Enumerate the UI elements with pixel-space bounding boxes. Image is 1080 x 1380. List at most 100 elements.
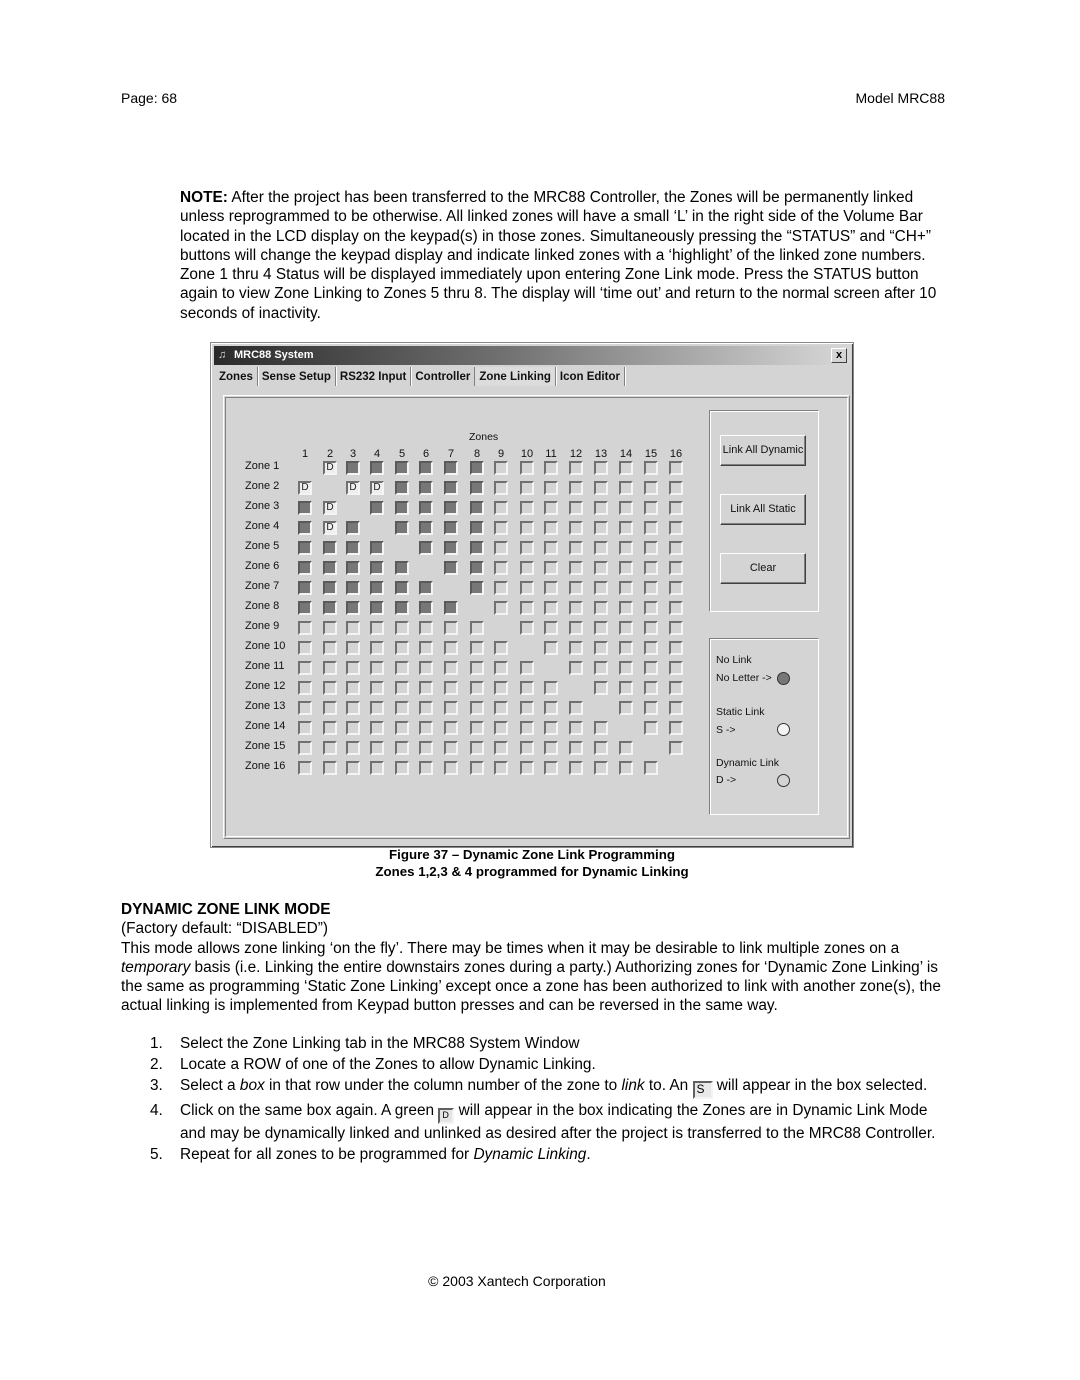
link-cell-empty[interactable] bbox=[520, 541, 534, 555]
link-cell-empty[interactable] bbox=[594, 521, 608, 535]
link-cell-empty[interactable] bbox=[494, 521, 508, 535]
link-cell-empty[interactable] bbox=[419, 701, 433, 715]
link-cell-empty[interactable] bbox=[669, 601, 683, 615]
link-cell-empty[interactable] bbox=[619, 521, 633, 535]
link-cell-empty[interactable] bbox=[619, 641, 633, 655]
link-cell-empty[interactable] bbox=[298, 621, 312, 635]
link-cell-empty[interactable] bbox=[494, 681, 508, 695]
link-cell-empty[interactable] bbox=[395, 741, 409, 755]
link-cell-empty[interactable] bbox=[669, 481, 683, 495]
link-cell-empty[interactable] bbox=[619, 541, 633, 555]
link-cell-empty[interactable] bbox=[594, 681, 608, 695]
link-cell-empty[interactable] bbox=[544, 681, 558, 695]
link-all-dynamic-button[interactable]: Link All Dynamic bbox=[720, 435, 806, 466]
link-cell-no-link[interactable] bbox=[419, 501, 433, 515]
link-cell-no-link[interactable] bbox=[346, 541, 360, 555]
link-cell-empty[interactable] bbox=[669, 501, 683, 515]
link-cell-empty[interactable] bbox=[494, 481, 508, 495]
link-cell-empty[interactable] bbox=[494, 721, 508, 735]
link-cell-empty[interactable] bbox=[594, 761, 608, 775]
link-cell-empty[interactable] bbox=[544, 641, 558, 655]
link-cell-empty[interactable] bbox=[644, 581, 658, 595]
link-cell-empty[interactable] bbox=[644, 641, 658, 655]
link-cell-empty[interactable] bbox=[298, 681, 312, 695]
link-cell-no-link[interactable] bbox=[419, 601, 433, 615]
link-cell-empty[interactable] bbox=[544, 761, 558, 775]
link-cell-empty[interactable] bbox=[323, 721, 337, 735]
link-cell-empty[interactable] bbox=[619, 681, 633, 695]
link-cell-empty[interactable] bbox=[470, 761, 484, 775]
link-cell-empty[interactable] bbox=[644, 721, 658, 735]
link-cell-empty[interactable] bbox=[669, 641, 683, 655]
link-cell-empty[interactable] bbox=[444, 681, 458, 695]
link-cell-empty[interactable] bbox=[644, 761, 658, 775]
link-cell-empty[interactable] bbox=[594, 581, 608, 595]
link-cell-empty[interactable] bbox=[594, 621, 608, 635]
link-cell-no-link[interactable] bbox=[444, 501, 458, 515]
link-cell-empty[interactable] bbox=[419, 661, 433, 675]
link-cell-empty[interactable] bbox=[569, 601, 583, 615]
tab-rs232-input[interactable]: RS232 Input bbox=[336, 367, 412, 386]
link-cell-empty[interactable] bbox=[669, 701, 683, 715]
link-cell-empty[interactable] bbox=[644, 661, 658, 675]
link-cell-no-link[interactable] bbox=[419, 521, 433, 535]
link-cell-empty[interactable] bbox=[298, 761, 312, 775]
link-cell-empty[interactable] bbox=[594, 661, 608, 675]
link-cell-empty[interactable] bbox=[323, 701, 337, 715]
link-cell-empty[interactable] bbox=[444, 721, 458, 735]
link-cell-no-link[interactable] bbox=[346, 461, 360, 475]
link-cell-empty[interactable] bbox=[419, 641, 433, 655]
link-cell-empty[interactable] bbox=[346, 721, 360, 735]
link-cell-no-link[interactable] bbox=[370, 581, 384, 595]
link-cell-empty[interactable] bbox=[644, 461, 658, 475]
link-cell-empty[interactable] bbox=[298, 721, 312, 735]
link-cell-empty[interactable] bbox=[644, 481, 658, 495]
link-cell-empty[interactable] bbox=[669, 561, 683, 575]
link-cell-empty[interactable] bbox=[323, 661, 337, 675]
link-cell-empty[interactable] bbox=[298, 741, 312, 755]
link-cell-no-link[interactable] bbox=[395, 461, 409, 475]
link-cell-empty[interactable] bbox=[619, 621, 633, 635]
link-cell-empty[interactable] bbox=[323, 741, 337, 755]
link-cell-empty[interactable] bbox=[444, 741, 458, 755]
link-cell-dynamic[interactable]: D bbox=[370, 481, 384, 495]
link-cell-no-link[interactable] bbox=[298, 521, 312, 535]
link-cell-no-link[interactable] bbox=[346, 601, 360, 615]
link-cell-empty[interactable] bbox=[594, 641, 608, 655]
link-cell-empty[interactable] bbox=[470, 701, 484, 715]
link-cell-empty[interactable] bbox=[444, 661, 458, 675]
link-cell-empty[interactable] bbox=[395, 621, 409, 635]
link-cell-dynamic[interactable]: D bbox=[323, 461, 337, 475]
link-cell-empty[interactable] bbox=[569, 661, 583, 675]
link-cell-empty[interactable] bbox=[619, 761, 633, 775]
link-cell-empty[interactable] bbox=[644, 541, 658, 555]
link-cell-empty[interactable] bbox=[470, 621, 484, 635]
link-cell-empty[interactable] bbox=[569, 481, 583, 495]
link-cell-empty[interactable] bbox=[569, 581, 583, 595]
link-cell-empty[interactable] bbox=[444, 701, 458, 715]
link-cell-empty[interactable] bbox=[370, 701, 384, 715]
link-cell-empty[interactable] bbox=[370, 721, 384, 735]
link-cell-no-link[interactable] bbox=[444, 601, 458, 615]
link-cell-no-link[interactable] bbox=[444, 461, 458, 475]
link-cell-empty[interactable] bbox=[395, 641, 409, 655]
link-cell-no-link[interactable] bbox=[298, 541, 312, 555]
link-cell-empty[interactable] bbox=[569, 521, 583, 535]
tab-controller[interactable]: Controller bbox=[411, 367, 476, 386]
title-bar[interactable]: ♫ MRC88 System x bbox=[214, 346, 850, 365]
link-cell-no-link[interactable] bbox=[298, 561, 312, 575]
link-cell-empty[interactable] bbox=[619, 601, 633, 615]
link-cell-empty[interactable] bbox=[370, 621, 384, 635]
tab-zone-linking[interactable]: Zone Linking bbox=[475, 367, 556, 386]
link-cell-empty[interactable] bbox=[346, 661, 360, 675]
link-cell-empty[interactable] bbox=[346, 761, 360, 775]
link-cell-no-link[interactable] bbox=[470, 561, 484, 575]
link-cell-empty[interactable] bbox=[494, 761, 508, 775]
link-cell-no-link[interactable] bbox=[370, 501, 384, 515]
link-cell-empty[interactable] bbox=[370, 661, 384, 675]
link-cell-no-link[interactable] bbox=[470, 481, 484, 495]
link-cell-dynamic[interactable]: D bbox=[323, 521, 337, 535]
link-cell-empty[interactable] bbox=[644, 601, 658, 615]
link-cell-no-link[interactable] bbox=[444, 481, 458, 495]
link-cell-no-link[interactable] bbox=[419, 481, 433, 495]
